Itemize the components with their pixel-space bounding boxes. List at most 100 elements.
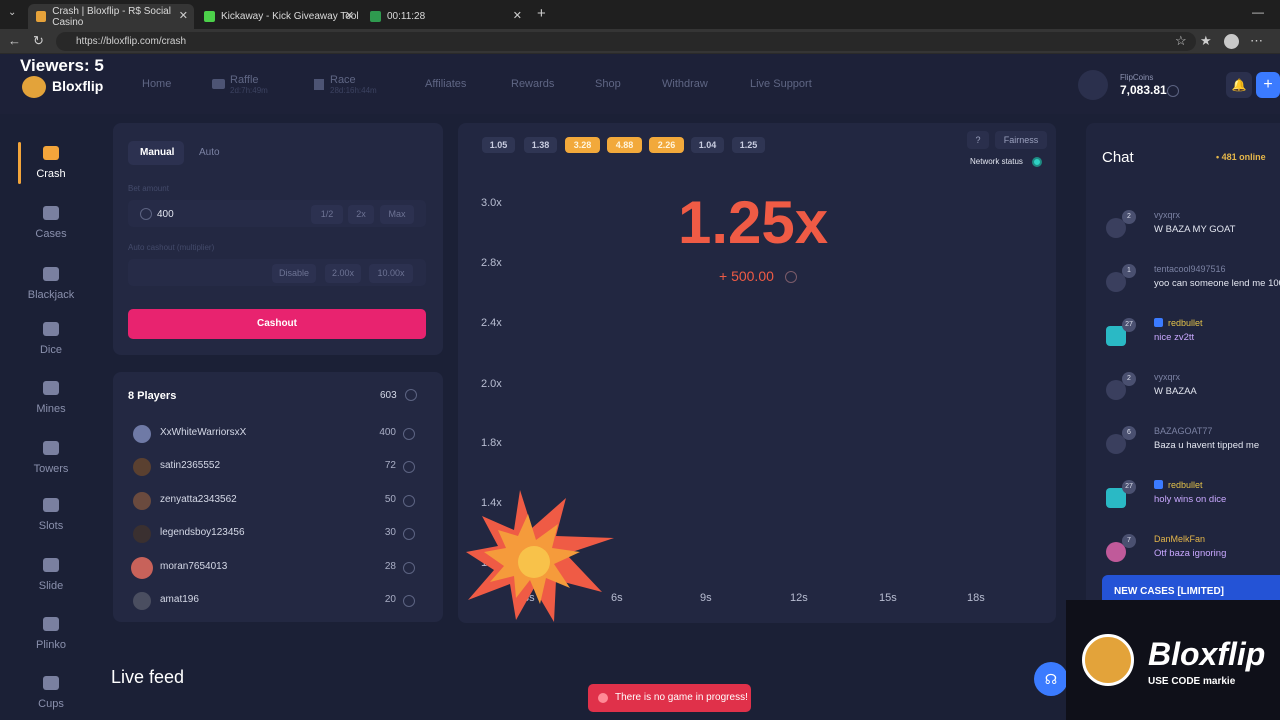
chat-text: holy wins on dice: [1154, 494, 1227, 505]
favorites-icon[interactable]: ★: [1200, 33, 1212, 49]
bet-amount-label: Bet amount: [128, 184, 169, 193]
history-chip[interactable]: 4.88: [607, 137, 642, 153]
chat-message: 6 BAZAGOAT77 Baza u havent tipped me: [1086, 426, 1280, 472]
nav-live-support[interactable]: Live Support: [750, 54, 812, 114]
y-tick-label: 3.0x: [481, 197, 502, 209]
fairness-button[interactable]: Fairness: [995, 131, 1047, 149]
nav-race[interactable]: Race 28d:16h:44m: [314, 54, 377, 114]
close-tab-icon[interactable]: ✕: [513, 9, 522, 22]
sidebar-item-blackjack[interactable]: Blackjack: [20, 267, 82, 301]
sidebar-item-crash[interactable]: Crash: [20, 146, 82, 180]
site-header: Viewers: 5 Bloxflip Home Raffle 2d:7h:49m…: [0, 54, 1280, 114]
chat-username[interactable]: tentacool9497516: [1154, 264, 1226, 274]
history-chip[interactable]: 1.05: [482, 137, 515, 153]
chat-username[interactable]: vyxqrx: [1154, 372, 1180, 382]
balance-label: FlipCoins: [1120, 73, 1154, 82]
sidebar-item-slide[interactable]: Slide: [20, 558, 82, 592]
cashout-button[interactable]: Cashout: [128, 309, 426, 339]
plinko-icon: [43, 617, 59, 631]
history-chip[interactable]: 1.04: [691, 137, 724, 153]
disable-autocashout-button[interactable]: Disable: [272, 264, 316, 283]
nav-label: Race: [330, 73, 356, 86]
chat-username[interactable]: vyxqrx: [1154, 210, 1180, 220]
sidebar-label: Crash: [36, 168, 66, 180]
tab-manual[interactable]: Manual: [128, 141, 184, 165]
profile-avatar[interactable]: [1224, 34, 1239, 49]
history-chip[interactable]: 2.26: [649, 137, 684, 153]
nav-shop[interactable]: Shop: [595, 54, 621, 114]
tab-auto[interactable]: Auto: [199, 147, 220, 158]
verified-icon: [1154, 318, 1163, 327]
history-chip[interactable]: 1.25: [732, 137, 765, 153]
slide-icon: [43, 558, 59, 572]
avatar: [133, 525, 151, 543]
flipcoin-icon: [1167, 85, 1179, 97]
avatar: [133, 425, 151, 443]
site-logo[interactable]: Bloxflip: [52, 78, 103, 94]
player-name: moran7654013: [160, 561, 228, 572]
minimize-icon[interactable]: —: [1252, 5, 1264, 19]
chat-username[interactable]: BAZAGOAT77: [1154, 426, 1212, 436]
support-headset-button[interactable]: ☊: [1034, 662, 1068, 696]
nav-rewards[interactable]: Rewards: [511, 54, 554, 114]
race-flag-icon: [314, 78, 324, 90]
help-button[interactable]: ?: [967, 131, 989, 149]
sidebar-item-slots[interactable]: Slots: [20, 498, 82, 532]
profit-amount: + 500.00: [719, 268, 774, 284]
new-tab-icon[interactable]: +: [537, 5, 546, 22]
address-bar: ← ↻ https://bloxflip.com/crash ☆ ★ ⋯: [0, 29, 1280, 54]
autocashout-2x-button[interactable]: 2.00x: [325, 264, 361, 283]
tab-bloxflip[interactable]: Crash | Bloxflip - R$ Social Casino ✕: [28, 4, 194, 29]
nav-affiliates[interactable]: Affiliates: [425, 54, 466, 114]
user-avatar[interactable]: [1078, 70, 1108, 100]
chat-message: 2 vyxqrx W BAZAA: [1086, 372, 1280, 418]
nav-home[interactable]: Home: [142, 54, 171, 114]
chat-title: Chat: [1102, 149, 1134, 166]
nav-raffle[interactable]: Raffle 2d:7h:49m: [212, 54, 268, 114]
y-tick-label: 2.8x: [481, 257, 502, 269]
back-icon[interactable]: ←: [8, 33, 21, 48]
max-bet-button[interactable]: Max: [380, 205, 414, 224]
url-field[interactable]: https://bloxflip.com/crash: [56, 32, 1196, 51]
double-bet-button[interactable]: 2x: [348, 205, 374, 224]
avatar: [133, 492, 151, 510]
chat-text: W BAZAA: [1154, 386, 1197, 397]
chat-username[interactable]: DanMelkFan: [1154, 534, 1205, 544]
deposit-plus-button[interactable]: +: [1256, 72, 1280, 98]
sidebar-item-cases[interactable]: Cases: [20, 206, 82, 240]
tab-kickaway[interactable]: Kickaway - Kick Giveaway Tool ✕: [196, 4, 360, 29]
chat-username[interactable]: redbullet: [1154, 318, 1203, 328]
nav-withdraw[interactable]: Withdraw: [662, 54, 708, 114]
half-bet-button[interactable]: 1/2: [311, 205, 343, 224]
alert-icon: [598, 693, 608, 703]
balance-value: 7,083.81: [1120, 83, 1167, 97]
cases-icon: [43, 206, 59, 220]
level-badge: 1: [1122, 264, 1136, 278]
close-tab-icon[interactable]: ✕: [345, 9, 354, 22]
sidebar-item-towers[interactable]: Towers: [20, 441, 82, 475]
nav-label: Raffle: [230, 73, 259, 86]
table-row: amat196 20: [115, 585, 441, 617]
sidebar-item-mines[interactable]: Mines: [20, 381, 82, 415]
avatar: [131, 557, 153, 579]
close-tab-icon[interactable]: ✕: [179, 9, 188, 22]
chat-username[interactable]: redbullet: [1154, 480, 1203, 490]
tab-label: Kickaway - Kick Giveaway Tool: [221, 11, 359, 22]
history-chip[interactable]: 1.38: [524, 137, 557, 153]
crash-explosion-icon: [466, 490, 614, 622]
sidebar-item-cups[interactable]: Cups: [20, 676, 82, 710]
sidebar-item-plinko[interactable]: Plinko: [20, 617, 82, 651]
history-chip[interactable]: 3.28: [565, 137, 600, 153]
tab-timer[interactable]: 00:11:28 ✕: [362, 4, 528, 29]
player-name: amat196: [160, 594, 199, 605]
sidebar-label: Plinko: [36, 639, 66, 651]
more-menu-icon[interactable]: ⋯: [1250, 33, 1263, 49]
tab-label: Crash | Bloxflip - R$ Social Casino: [52, 5, 171, 28]
player-bet: 28: [384, 561, 396, 572]
bookmark-star-icon[interactable]: ☆: [1175, 33, 1187, 49]
reload-icon[interactable]: ↻: [33, 33, 44, 49]
sidebar-item-dice[interactable]: Dice: [20, 322, 82, 356]
notifications-bell-icon[interactable]: 🔔: [1226, 72, 1252, 98]
tab-list-icon[interactable]: ⌄: [8, 7, 16, 18]
autocashout-10x-button[interactable]: 10.00x: [369, 264, 413, 283]
